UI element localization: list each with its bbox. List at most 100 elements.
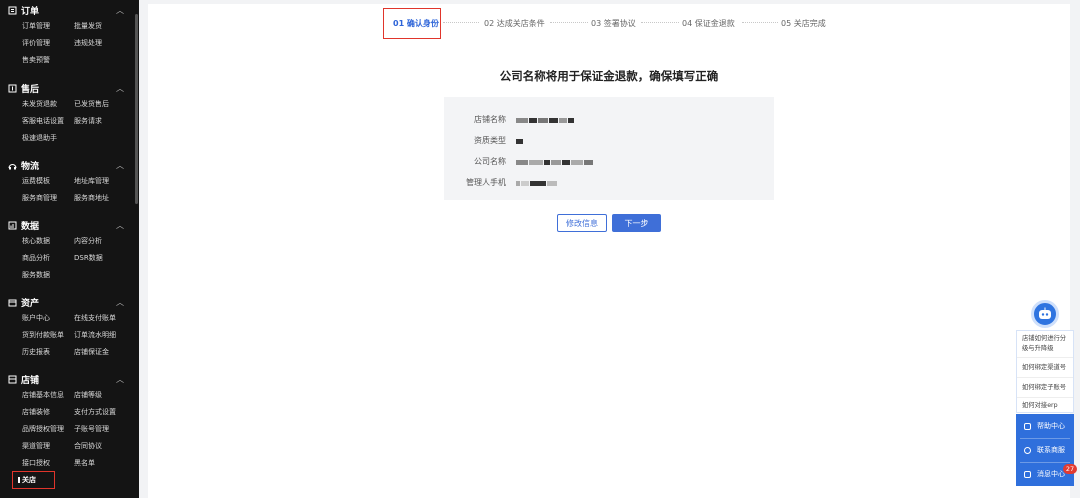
book-icon xyxy=(1024,422,1031,430)
main-content: 01 确认身份 02 达成关店条件 03 签署协议 04 保证金退款 05 关店… xyxy=(148,4,1070,498)
sidebar-item[interactable]: 售卖预警 xyxy=(22,52,74,69)
sidebar-item[interactable]: 店铺等级 xyxy=(74,387,134,404)
sidebar-item[interactable]: 在线支付账单 xyxy=(74,310,134,327)
redacted-value xyxy=(516,116,575,124)
sidebar-item[interactable]: 店铺基本信息 xyxy=(22,387,74,404)
section-store: 店铺 ︿ 店铺基本信息 店铺等级 店铺装修 支付方式设置 品牌授权管理 子账号管… xyxy=(0,371,136,472)
info-row-admin-phone: 管理人手机 xyxy=(444,177,774,189)
step-connector xyxy=(641,22,679,23)
after-sales-icon xyxy=(8,84,17,93)
info-label: 店铺名称 xyxy=(474,115,506,124)
chevron-up-icon: ︿ xyxy=(116,221,124,230)
sidebar-item[interactable]: 账户中心 xyxy=(22,310,74,327)
sidebar-item[interactable]: 违规处理 xyxy=(74,35,134,52)
redacted-value xyxy=(516,158,594,166)
step-close-complete: 05 关店完成 xyxy=(781,19,826,28)
order-icon xyxy=(8,6,17,15)
section-title: 订单 xyxy=(21,6,40,17)
sidebar-item[interactable]: 未发货退款 xyxy=(22,96,74,113)
sidebar-item[interactable]: DSR数据 xyxy=(74,250,134,267)
section-header-assets[interactable]: 资产 ︿ xyxy=(0,294,136,310)
step-connector xyxy=(742,22,778,23)
active-indicator xyxy=(18,477,20,483)
sidebar-item[interactable]: 合同协议 xyxy=(74,438,134,455)
sidebar-item[interactable]: 接口授权 xyxy=(22,455,74,472)
close-store-label: 关店 xyxy=(22,476,36,484)
step-sign-agreement: 03 签署协议 xyxy=(591,19,636,28)
section-title: 数据 xyxy=(21,221,40,232)
sidebar-item[interactable]: 极速退助手 xyxy=(22,130,74,147)
info-row-store-name: 店铺名称 xyxy=(444,114,774,126)
sidebar-item[interactable]: 支付方式设置 xyxy=(74,404,134,421)
sidebar-item[interactable]: 核心数据 xyxy=(22,233,74,250)
sidebar-item[interactable]: 渠道管理 xyxy=(22,438,74,455)
sidebar-item[interactable]: 服务请求 xyxy=(74,113,134,130)
sidebar-item[interactable]: 商品分析 xyxy=(22,250,74,267)
page-title: 公司名称将用于保证金退款，确保填写正确 xyxy=(499,69,719,83)
message-icon xyxy=(1024,470,1031,478)
sidebar-item[interactable]: 内容分析 xyxy=(74,233,134,250)
divider xyxy=(1017,397,1073,398)
chevron-up-icon: ︿ xyxy=(116,298,124,307)
section-title: 资产 xyxy=(21,298,40,309)
section-header-after-sales[interactable]: 售后 ︿ xyxy=(0,80,136,96)
section-header-orders[interactable]: 订单 ︿ xyxy=(0,2,136,18)
help-question[interactable]: 店铺如何进行分级与升降级 xyxy=(1022,334,1072,354)
sidebar-item[interactable]: 已发货售后 xyxy=(74,96,134,113)
sidebar-item[interactable]: 货到付款账单 xyxy=(22,327,74,344)
sidebar-item[interactable]: 子账号管理 xyxy=(74,421,134,438)
help-question[interactable]: 如何对接erp xyxy=(1022,401,1072,411)
edit-info-button[interactable]: 修改信息 xyxy=(557,214,607,232)
assistant-avatar-icon[interactable] xyxy=(1031,300,1059,328)
help-question[interactable]: 如何绑定子账号 xyxy=(1022,383,1072,393)
step-connector xyxy=(550,22,588,23)
help-actions: 帮助中心 联系商服 消息中心 xyxy=(1016,414,1074,486)
help-question[interactable]: 如何绑定渠道号 xyxy=(1022,363,1072,373)
store-icon xyxy=(8,375,17,384)
chevron-up-icon: ︿ xyxy=(116,84,124,93)
contact-service-label: 联系商服 xyxy=(1037,446,1065,454)
step-connector xyxy=(443,22,479,23)
section-title: 店铺 xyxy=(21,375,40,386)
section-header-logistics[interactable]: 物流 ︿ xyxy=(0,157,136,173)
message-center-label: 消息中心 xyxy=(1037,470,1065,478)
chevron-up-icon: ︿ xyxy=(116,6,124,15)
sidebar-item[interactable]: 服务商地址 xyxy=(74,190,134,207)
sidebar-item[interactable]: 订单管理 xyxy=(22,18,74,35)
divider xyxy=(1017,357,1073,358)
help-questions-panel: 店铺如何进行分级与升降级 如何绑定渠道号 如何绑定子账号 如何对接erp xyxy=(1016,330,1074,413)
section-header-data[interactable]: 数据 ︿ xyxy=(0,217,136,233)
sidebar-item[interactable]: 服务数据 xyxy=(22,267,74,284)
section-orders: 订单 ︿ 订单管理 批量发货 评价管理 违规处理 售卖预警 xyxy=(0,2,136,69)
sidebar-item[interactable]: 历史报表 xyxy=(22,344,74,361)
step-meet-conditions: 02 达成关店条件 xyxy=(484,19,545,28)
chevron-up-icon: ︿ xyxy=(116,375,124,384)
sidebar-item-close-store[interactable]: 关店 xyxy=(12,471,55,489)
sidebar-item[interactable]: 客服电话设置 xyxy=(22,113,74,130)
sidebar-item[interactable]: 服务商管理 xyxy=(22,190,74,207)
contact-service-button[interactable]: 联系商服 xyxy=(1016,438,1074,462)
next-step-button[interactable]: 下一步 xyxy=(612,214,661,232)
sidebar-item[interactable]: 批量发货 xyxy=(74,18,134,35)
sidebar-item[interactable]: 店铺保证金 xyxy=(74,344,134,361)
chevron-up-icon: ︿ xyxy=(116,161,124,170)
section-header-store[interactable]: 店铺 ︿ xyxy=(0,371,136,387)
info-label: 管理人手机 xyxy=(466,178,506,187)
redacted-value xyxy=(516,137,524,145)
assets-icon xyxy=(8,298,17,307)
section-after-sales: 售后 ︿ 未发货退款 已发货售后 客服电话设置 服务请求 极速退助手 xyxy=(0,80,136,147)
help-center-label: 帮助中心 xyxy=(1037,422,1065,430)
sidebar-item[interactable]: 评价管理 xyxy=(22,35,74,52)
help-center-button[interactable]: 帮助中心 xyxy=(1016,414,1074,438)
sidebar-item[interactable]: 地址库管理 xyxy=(74,173,134,190)
sidebar-item[interactable]: 店铺装修 xyxy=(22,404,74,421)
sidebar-item[interactable]: 品牌授权管理 xyxy=(22,421,74,438)
logistics-icon xyxy=(8,161,17,170)
message-count-badge: 27 xyxy=(1063,464,1077,474)
sidebar-item[interactable]: 订单流水明细 xyxy=(74,327,134,344)
sidebar-item[interactable]: 运费模板 xyxy=(22,173,74,190)
sidebar-item[interactable]: 黑名单 xyxy=(74,455,134,472)
redacted-value xyxy=(516,179,558,187)
section-title: 物流 xyxy=(21,161,40,172)
step-confirm-identity: 01 确认身份 xyxy=(393,19,439,28)
